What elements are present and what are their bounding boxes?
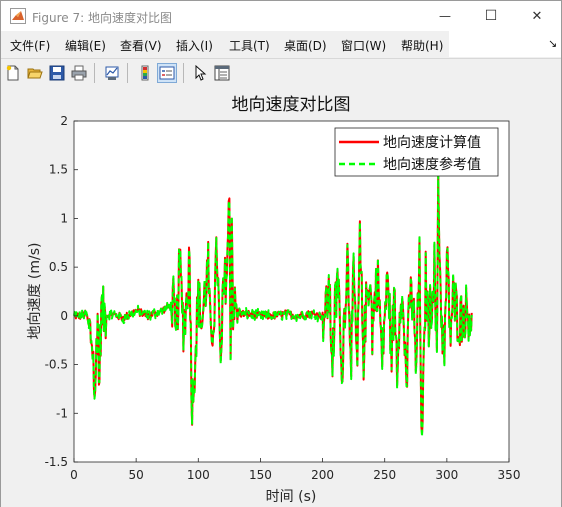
insert-legend-icon bbox=[159, 66, 175, 80]
x-tick-label: 250 bbox=[373, 468, 396, 482]
save-button[interactable] bbox=[47, 63, 67, 83]
window-title: Figure 7: 地向速度对比图 bbox=[32, 11, 172, 25]
insert-colorbar-icon bbox=[141, 65, 149, 81]
link-plot-button[interactable] bbox=[102, 63, 122, 83]
chart-title: 地向速度对比图 bbox=[232, 95, 351, 115]
menu-help[interactable]: 帮助(H) bbox=[401, 37, 443, 54]
menu-bar: 文件(F) 编辑(E) 查看(V) 插入(I) 工具(T) 桌面(D) 窗口(W… bbox=[1, 31, 561, 57]
maximize-button[interactable]: ☐ bbox=[468, 1, 514, 31]
insert-colorbar-button[interactable] bbox=[135, 63, 155, 83]
menu-view[interactable]: 查看(V) bbox=[120, 37, 162, 54]
x-tick-label: 0 bbox=[70, 468, 78, 482]
toolbar-separator bbox=[127, 63, 128, 83]
print-icon bbox=[71, 65, 87, 81]
insert-legend-button[interactable] bbox=[157, 63, 177, 83]
y-tick-label: -1.5 bbox=[45, 455, 68, 469]
y-tick-label: 1 bbox=[60, 211, 68, 225]
menu-window[interactable]: 窗口(W) bbox=[341, 37, 386, 54]
menu-insert[interactable]: 插入(I) bbox=[176, 37, 213, 54]
x-axis-label: 时间 (s) bbox=[266, 489, 317, 505]
link-plot-icon bbox=[105, 66, 119, 80]
x-tick-label: 300 bbox=[435, 468, 458, 482]
toolbar-separator bbox=[94, 63, 95, 83]
x-tick-label: 150 bbox=[249, 468, 272, 482]
menu-tools[interactable]: 工具(T) bbox=[229, 37, 270, 54]
new-figure-icon bbox=[6, 65, 19, 81]
close-button[interactable]: ✕ bbox=[514, 1, 560, 31]
property-inspector-icon bbox=[214, 65, 230, 81]
chart-svg: 0 50 100 150 200 250 300 350 -1.5 -1 -0.5 0 0.5 1 1.5 2… bbox=[27, 95, 521, 505]
open-file-icon bbox=[27, 68, 43, 79]
figure-toolbar bbox=[1, 58, 561, 88]
toolbar-separator bbox=[183, 63, 184, 83]
menu-bar-filler bbox=[449, 31, 561, 57]
figure-canvas[interactable]: 0 50 100 150 200 250 300 350 -1.5 -1 -0.5 0 0.5 1 1.5 2… bbox=[1, 87, 561, 507]
menu-file[interactable]: 文件(F) bbox=[10, 37, 50, 54]
new-figure-button[interactable] bbox=[3, 63, 23, 83]
open-file-button[interactable] bbox=[25, 63, 45, 83]
x-tick-label: 50 bbox=[129, 468, 144, 482]
y-tick-label: -1 bbox=[56, 406, 68, 420]
close-icon: ✕ bbox=[531, 8, 543, 24]
title-bar[interactable]: Figure 7: 地向速度对比图 — ☐ ✕ bbox=[1, 1, 561, 31]
y-tick-label: 0.5 bbox=[49, 260, 68, 274]
y-tick-label: 2 bbox=[60, 114, 68, 128]
menu-desktop[interactable]: 桌面(D) bbox=[284, 37, 327, 54]
matlab-logo-icon bbox=[10, 8, 26, 24]
y-tick-label: -0.5 bbox=[45, 358, 68, 372]
save-icon bbox=[49, 65, 65, 81]
edit-plot-button[interactable] bbox=[190, 63, 210, 83]
x-tick-label: 100 bbox=[187, 468, 210, 482]
print-button[interactable] bbox=[69, 63, 89, 83]
menu-edit[interactable]: 编辑(E) bbox=[65, 37, 106, 54]
maximize-icon: ☐ bbox=[484, 8, 498, 24]
property-inspector-button[interactable] bbox=[212, 63, 232, 83]
minimize-button[interactable]: — bbox=[422, 1, 468, 31]
dock-arrow-icon[interactable]: ↘ bbox=[548, 37, 557, 50]
y-tick-label: 1.5 bbox=[49, 163, 68, 177]
minimize-icon: — bbox=[439, 9, 451, 23]
y-tick-label: 0 bbox=[60, 309, 68, 323]
x-tick-label: 200 bbox=[311, 468, 334, 482]
figure-window: Figure 7: 地向速度对比图 — ☐ ✕ 文件(F) 编辑(E) 查看(V… bbox=[0, 0, 562, 507]
y-axis-label: 地向速度 (m/s) bbox=[27, 242, 43, 339]
legend-label-ref: 地向速度参考值 bbox=[383, 156, 481, 173]
legend-label-calc: 地向速度计算值 bbox=[383, 135, 481, 151]
x-tick-label: 350 bbox=[498, 468, 521, 482]
edit-plot-pointer-icon bbox=[195, 65, 207, 81]
legend[interactable]: 地向速度计算值 地向速度参考值 bbox=[334, 127, 499, 177]
